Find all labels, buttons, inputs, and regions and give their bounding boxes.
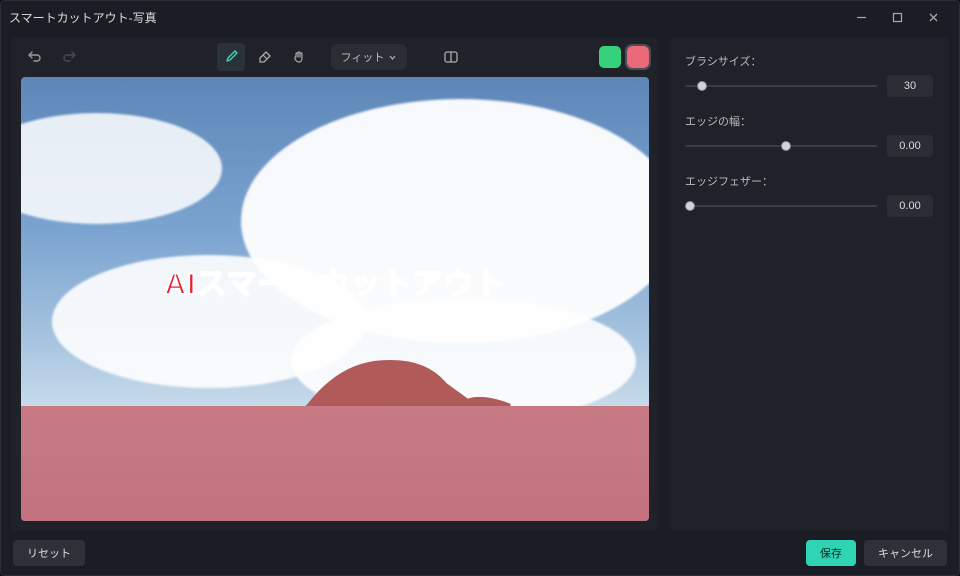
image-canvas[interactable]: AIスマートカットアウト ↓ [21,77,649,521]
redo-button[interactable] [55,43,83,71]
canvas-panel: フィット AIスマ [11,37,659,531]
undo-icon [27,49,43,65]
minimize-button[interactable] [843,1,879,33]
close-icon [928,12,939,23]
edge-feather-label: エッジフェザー： [685,173,933,189]
cancel-button[interactable]: キャンセル [864,540,947,566]
titlebar: スマートカットアウト-写真 [1,1,959,33]
compare-icon [443,49,459,65]
save-button[interactable]: 保存 [806,540,856,566]
brush-size-row: 30 [685,75,933,97]
close-button[interactable] [915,1,951,33]
maximize-button[interactable] [879,1,915,33]
eraser-icon [257,49,273,65]
overlay-annotation-arrow: ↓ [328,312,342,344]
brush-icon [223,49,239,65]
redo-icon [61,49,77,65]
brush-size-label: ブラシサイズ： [685,53,933,69]
edge-width-value[interactable]: 0.00 [887,135,933,157]
reset-button[interactable]: リセット [13,540,85,566]
edge-width-slider[interactable] [685,139,877,153]
overlay-annotation-text: AIスマートカットアウト [164,259,505,303]
window-title: スマートカットアウト-写真 [9,9,157,26]
keep-color-swatch[interactable] [599,46,621,68]
compare-button[interactable] [437,43,465,71]
zoom-fit-label: フィット [341,49,385,65]
canvas-toolbar: フィット [11,37,659,77]
brush-size-slider[interactable] [685,79,877,93]
app-window: スマートカットアウト-写真 [0,0,960,576]
hand-tool-button[interactable] [285,43,313,71]
brush-tool-button[interactable] [217,43,245,71]
edge-feather-slider[interactable] [685,199,877,213]
sea-mask [21,406,649,521]
brush-size-value[interactable]: 30 [887,75,933,97]
chevron-down-icon [388,53,397,62]
minimize-icon [856,12,867,23]
edge-feather-row: 0.00 [685,195,933,217]
edge-width-row: 0.00 [685,135,933,157]
edge-width-label: エッジの幅： [685,113,933,129]
edge-feather-value[interactable]: 0.00 [887,195,933,217]
hand-icon [291,49,307,65]
undo-button[interactable] [21,43,49,71]
zoom-fit-button[interactable]: フィット [331,44,408,70]
maximize-icon [892,12,903,23]
settings-panel: ブラシサイズ： 30 エッジの幅： 0.00 エッジフェザー： 0.00 [669,37,949,531]
eraser-tool-button[interactable] [251,43,279,71]
main-body: フィット AIスマ [1,33,959,531]
remove-color-swatch[interactable] [627,46,649,68]
footer: リセット 保存 キャンセル [1,531,959,575]
